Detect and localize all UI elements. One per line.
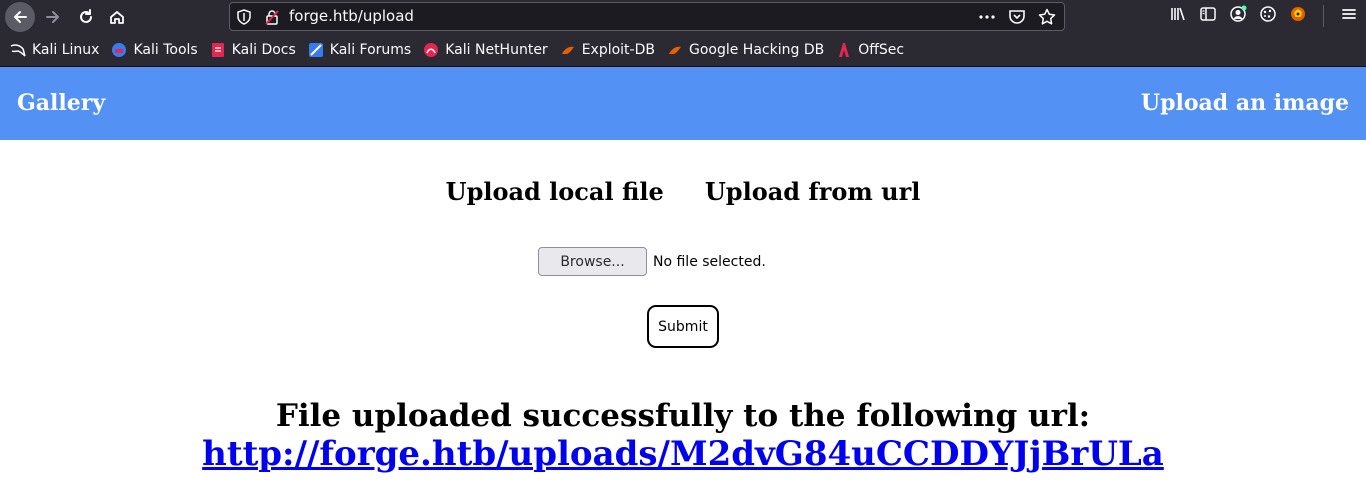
bookmark-label: Kali Tools xyxy=(133,42,198,58)
bookmark-label: Google Hacking DB xyxy=(688,42,825,58)
browser-toolbar: forge.htb/upload xyxy=(0,0,1366,34)
gallery-link[interactable]: Gallery xyxy=(17,67,105,140)
bookmark-star-icon[interactable] xyxy=(1038,8,1056,30)
arrow-right-icon xyxy=(46,11,59,23)
bookmark-label: Kali Forums xyxy=(329,42,412,58)
upload-tabs: Upload local file Upload from url xyxy=(0,177,1366,206)
bookmark-google-hacking-db[interactable]: Google Hacking DB xyxy=(667,42,824,58)
offsec-icon xyxy=(836,42,852,58)
kali-dragon-icon xyxy=(10,42,26,58)
bookmark-label: OffSec xyxy=(858,42,905,58)
bookmark-kali-forums[interactable]: Kali Forums xyxy=(308,42,411,58)
bookmark-kali-nethunter[interactable]: Kali NetHunter xyxy=(423,42,548,58)
account-icon[interactable] xyxy=(1229,5,1247,27)
result-message: File uploaded successfully to the follow… xyxy=(275,398,1091,434)
reload-button[interactable] xyxy=(71,2,101,32)
url-bar[interactable]: forge.htb/upload xyxy=(229,2,1065,31)
back-button[interactable] xyxy=(5,2,35,32)
bookmark-kali-linux[interactable]: Kali Linux xyxy=(10,42,99,58)
bookmark-kali-tools[interactable]: Kali Tools xyxy=(111,42,198,58)
kali-tools-icon xyxy=(111,42,127,58)
bookmark-label: Kali NetHunter xyxy=(445,42,548,58)
tab-upload-from-url[interactable]: Upload from url xyxy=(705,177,920,206)
ghdb-icon xyxy=(667,42,683,58)
nethunter-icon xyxy=(423,42,439,58)
reload-icon xyxy=(80,9,92,23)
sidebar-icon[interactable] xyxy=(1199,5,1217,27)
bookmark-label: Exploit-DB xyxy=(581,42,655,58)
home-button[interactable] xyxy=(102,2,132,32)
uploaded-file-link[interactable]: http://forge.htb/uploads/M2dvG84uCCDDYJj… xyxy=(202,434,1164,474)
file-status-text: No file selected. xyxy=(653,253,766,270)
insecure-lock-icon[interactable] xyxy=(264,9,280,29)
url-text[interactable]: forge.htb/upload xyxy=(289,3,414,30)
library-icon[interactable] xyxy=(1169,5,1187,27)
bookmark-label: Kali Docs xyxy=(231,42,296,58)
bookmark-offsec[interactable]: OffSec xyxy=(836,42,904,58)
toolbar-separator xyxy=(1323,5,1324,27)
foxyproxy-extension-icon[interactable] xyxy=(1289,5,1307,27)
bookmark-kali-docs[interactable]: Kali Docs xyxy=(210,42,296,58)
file-input: Browse... No file selected. xyxy=(538,247,766,276)
tracking-shield-icon[interactable] xyxy=(236,9,252,29)
bookmarks-toolbar: Kali Linux Kali Tools Kali Docs Kali For… xyxy=(0,34,1366,67)
hamburger-menu-icon[interactable] xyxy=(1340,5,1358,27)
tab-upload-local-file[interactable]: Upload local file xyxy=(446,177,664,206)
bookmark-exploit-db[interactable]: Exploit-DB xyxy=(560,42,655,58)
pocket-icon[interactable] xyxy=(1008,8,1026,30)
kali-forums-icon xyxy=(308,42,324,58)
page-viewport: Gallery Upload an image Upload local fil… xyxy=(0,67,1366,483)
exploit-db-icon xyxy=(560,42,576,58)
site-header: Gallery Upload an image xyxy=(0,67,1366,140)
kali-docs-icon xyxy=(210,42,226,58)
arrow-left-icon xyxy=(14,11,27,23)
forward-button[interactable] xyxy=(38,2,68,32)
bookmark-label: Kali Linux xyxy=(32,42,100,58)
cookie-extension-icon[interactable] xyxy=(1259,5,1277,27)
upload-image-link[interactable]: Upload an image xyxy=(1141,67,1349,140)
upload-result: File uploaded successfully to the follow… xyxy=(0,397,1366,474)
browse-button[interactable]: Browse... xyxy=(538,247,647,276)
home-icon xyxy=(110,11,124,24)
submit-button[interactable]: Submit xyxy=(647,305,719,348)
page-actions-icon[interactable] xyxy=(978,8,996,30)
